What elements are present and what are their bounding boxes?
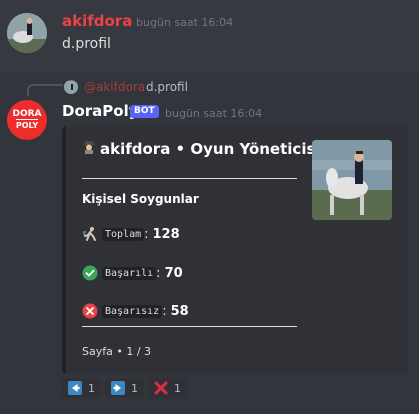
arrow-left-icon xyxy=(68,381,82,395)
bot-badge: BOT xyxy=(130,105,159,118)
embed-footer: Sayfa • 1 / 3 xyxy=(82,345,152,358)
separator xyxy=(82,326,297,327)
author-name[interactable]: DoraPoly xyxy=(62,102,139,120)
stat-failure: Başarısız : 58 xyxy=(82,303,189,319)
embed-title-text: akifdora • Oyun Yöneticisi xyxy=(100,140,321,158)
stat-total: Toplam : 128 xyxy=(82,226,180,242)
reactions-bar: 1 1 1 xyxy=(62,378,187,398)
reaction-prev[interactable]: 1 xyxy=(62,378,101,398)
section-title: Kişisel Soygunlar xyxy=(82,192,199,206)
embed-title: akifdora • Oyun Yöneticisi xyxy=(82,140,321,158)
reaction-close[interactable]: 1 xyxy=(148,378,187,398)
reaction-count: 1 xyxy=(88,381,95,395)
message-dorapoly: @akifdora d.profil DORA POLY DoraPoly BO… xyxy=(0,72,419,414)
reaction-next[interactable]: 1 xyxy=(105,378,144,398)
avatar-text-top: DORA xyxy=(12,109,42,119)
reply-author[interactable]: @akifdora xyxy=(84,80,145,94)
author-name[interactable]: akifdora xyxy=(62,12,132,30)
timestamp: bugün saat 16:04 xyxy=(165,107,263,120)
stat-value: 58 xyxy=(170,303,189,319)
arrow-right-icon xyxy=(111,381,125,395)
reaction-count: 1 xyxy=(174,381,181,395)
stat-label: Başarısız xyxy=(102,304,163,318)
user-avatar[interactable] xyxy=(7,13,47,53)
reaction-count: 1 xyxy=(131,381,138,395)
stat-success: Başarılı : 70 xyxy=(82,265,183,281)
timestamp: bugün saat 16:04 xyxy=(136,16,234,29)
check-icon xyxy=(82,265,98,281)
embed-thumbnail[interactable] xyxy=(312,140,392,220)
cross-icon xyxy=(154,381,168,395)
stat-value: 70 xyxy=(164,265,183,281)
reply-content[interactable]: d.profil xyxy=(146,80,188,94)
profile-embed: akifdora • Oyun Yöneticisi Kişisel Soygu… xyxy=(62,126,408,374)
reply-avatar[interactable] xyxy=(64,80,78,94)
stat-label: Toplam xyxy=(102,227,145,241)
stat-label: Başarılı xyxy=(102,266,157,280)
x-icon xyxy=(82,303,98,319)
avatar-text-bottom: POLY xyxy=(15,119,39,130)
bot-avatar[interactable]: DORA POLY xyxy=(7,100,47,140)
message-content: d.profil xyxy=(62,36,111,52)
runner-icon xyxy=(82,226,98,242)
message-akifdora: akifdora bugün saat 16:04 d.profil xyxy=(0,0,419,70)
reply-connector xyxy=(27,84,63,96)
separator xyxy=(82,178,297,179)
stat-value: 128 xyxy=(152,226,180,242)
detective-emoji-icon xyxy=(82,140,96,158)
